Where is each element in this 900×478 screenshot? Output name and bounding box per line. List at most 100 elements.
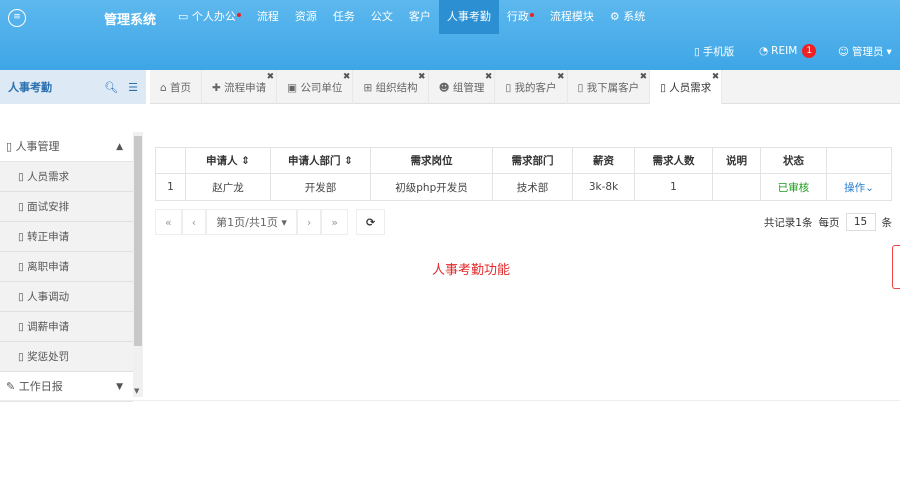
menu-icon[interactable]: ☰: [128, 81, 138, 94]
close-icon[interactable]: ✖: [267, 59, 275, 95]
col-status: 状态: [760, 147, 827, 174]
nav-item-customer[interactable]: 客户: [401, 0, 439, 34]
sitemap-icon: ⊞: [363, 82, 373, 94]
nav-item-hr[interactable]: 人事考勤: [438, 0, 499, 34]
nav-item-admin[interactable]: 行政: [499, 0, 542, 34]
sidebar-item-reward[interactable]: ▯ 奖惩处罚: [0, 342, 133, 372]
col-position: 需求岗位: [370, 147, 493, 174]
module-message: 人事考勤功能: [432, 263, 511, 278]
next-page-button[interactable]: ›: [296, 209, 322, 235]
building-icon: ▣: [287, 82, 298, 94]
cell-note: [712, 173, 761, 201]
main-nav: ▭ 个人办公 流程 资源 任务 公文 客户 人事考勤 行政 流程模块 ⚙ 系统: [170, 0, 653, 34]
side-widget-tab[interactable]: [892, 245, 900, 289]
tab-sub-customers[interactable]: ▯ 我下属客户 ✖: [568, 70, 651, 104]
col-dept: 需求部门: [492, 147, 573, 174]
chat-bubble-icon: ◔: [759, 45, 769, 57]
tab-org-structure[interactable]: ⊞ 组织结构 ✖: [353, 70, 429, 104]
status-badge: 已审核: [760, 173, 827, 201]
nav-item-resource[interactable]: 资源: [287, 0, 325, 34]
cell-position: 初级php开发员: [370, 173, 493, 201]
close-icon[interactable]: ✖: [485, 59, 493, 95]
nav-item-flow-module[interactable]: 流程模块: [542, 0, 602, 34]
sidebar-item-regularization[interactable]: ▯ 转正申请: [0, 222, 133, 252]
first-page-button[interactable]: «: [155, 209, 182, 235]
close-icon[interactable]: ✖: [640, 59, 648, 95]
caret-down-icon: ▾: [886, 45, 892, 58]
tab-company[interactable]: ▣ 公司单位 ✖: [277, 70, 354, 104]
tab-my-customers[interactable]: ▯ 我的客户 ✖: [495, 70, 568, 104]
nav-item-document[interactable]: 公文: [363, 0, 401, 34]
sidebar-item-transfer[interactable]: ▯ 人事调动: [0, 282, 133, 312]
sidebar-item-salary[interactable]: ▯ 调薪申请: [0, 312, 133, 342]
tab-process-apply[interactable]: ✚ 流程申请 ✖: [202, 70, 278, 104]
close-icon[interactable]: ✖: [418, 59, 426, 95]
refresh-icon[interactable]: ⟳: [356, 209, 386, 235]
sidebar-item-interview[interactable]: ▯ 面试安排: [0, 192, 133, 222]
mobile-link[interactable]: ▯ 手机版: [694, 44, 734, 59]
close-icon[interactable]: ✖: [557, 59, 565, 95]
sidebar-scrollbar[interactable]: ▼: [133, 132, 143, 397]
last-page-button[interactable]: »: [321, 209, 349, 235]
tab-home[interactable]: ⌂ 首页: [150, 70, 203, 104]
bookmark-icon: ▯: [6, 140, 13, 153]
tab-group-manage[interactable]: ☻ 组管理 ✖: [429, 70, 496, 104]
close-icon[interactable]: ✖: [712, 59, 720, 95]
home-icon: ⌂: [160, 82, 167, 94]
nav-item-personal[interactable]: ▭ 个人办公: [170, 0, 249, 34]
sidebar-menu: ▯ 人事管理 ▲ ▯ 人员需求 ▯ 面试安排 ▯ 转正申请 ▯ 离职申请 ▯ 人事…: [0, 132, 133, 402]
reim-link[interactable]: ◔ REIM 1: [759, 44, 817, 58]
app-title: 管理系统: [104, 13, 157, 28]
col-salary: 薪资: [572, 147, 635, 174]
sidebar-title: 人事考勤: [8, 81, 52, 94]
users-icon: ☻: [438, 82, 450, 94]
reim-badge: 1: [802, 44, 817, 58]
mobile-icon: ▯: [694, 45, 700, 58]
menu-group-daily-report[interactable]: ✎ 工作日报 ▼: [0, 372, 133, 402]
pagination-info: 共记录1条 每页 15 条: [764, 213, 892, 231]
search-icon[interactable]: 🔍︎: [104, 81, 118, 94]
prev-page-button[interactable]: ‹: [181, 209, 207, 235]
col-note: 说明: [712, 147, 761, 174]
bookmark-icon: ▯: [660, 82, 666, 94]
page-size-unit: 条: [881, 216, 893, 229]
page-size-input[interactable]: 15: [845, 213, 876, 231]
notification-dot: [529, 13, 534, 17]
caret-up-icon: ▲: [116, 142, 123, 152]
bookmark-icon: ▯: [505, 82, 512, 94]
nav-item-task[interactable]: 任务: [325, 0, 363, 34]
notification-dot: [236, 13, 241, 17]
divider: [0, 400, 900, 401]
menu-group-hr[interactable]: ▯ 人事管理 ▲: [0, 132, 133, 162]
col-index: [155, 147, 186, 174]
page-size-label: 每页: [818, 216, 840, 229]
user-menu[interactable]: ☺ 管理员 ▾: [838, 44, 892, 59]
main-content: 申请人 ⇕ 申请人部门 ⇕ 需求岗位 需求部门 薪资 需求人数 说明 状态 1 …: [150, 105, 900, 400]
sidebar-item-resignation[interactable]: ▯ 离职申请: [0, 252, 133, 282]
cell-dept: 技术部: [492, 173, 573, 201]
chat-icon: ≡: [8, 9, 26, 27]
sidebar: 人事考勤 🔍︎ ☰ ▯ 人事管理 ▲ ▯ 人员需求 ▯ 面试安排 ▯ 转正申请 ▯ …: [0, 70, 146, 402]
edit-icon: ✎: [6, 380, 16, 393]
gear-icon: ⚙: [609, 10, 620, 23]
plus-icon: ✚: [212, 82, 221, 94]
scrollbar-thumb[interactable]: [134, 136, 142, 346]
page-select[interactable]: 第1页/共1页 ▾: [206, 209, 297, 235]
tab-bar: ⌂ 首页 ✚ 流程申请 ✖ ▣ 公司单位 ✖ ⊞ 组织结构 ✖ ☻ 组管理 ✖ ▯ 我的…: [150, 70, 900, 104]
user-icon: ☺: [838, 45, 849, 58]
sidebar-item-staff-demand[interactable]: ▯ 人员需求: [0, 162, 133, 192]
nav-item-system[interactable]: ⚙ 系统: [602, 0, 653, 34]
table-header-row: 申请人 ⇕ 申请人部门 ⇕ 需求岗位 需求部门 薪资 需求人数 说明 状态: [155, 147, 892, 174]
col-count: 需求人数: [634, 147, 713, 174]
bookmark-icon: ▯: [577, 82, 584, 94]
action-dropdown[interactable]: 操作⌄: [826, 173, 892, 201]
col-applicant[interactable]: 申请人 ⇕: [185, 147, 271, 174]
scroll-down-arrow[interactable]: ▼: [134, 387, 139, 395]
nav-item-process[interactable]: 流程: [249, 0, 287, 34]
cell-index: 1: [155, 173, 186, 201]
close-icon[interactable]: ✖: [343, 59, 351, 95]
table-row[interactable]: 1 赵广龙 开发部 初级php开发员 技术部 3k-8k 1 已审核 操作⌄: [155, 173, 892, 201]
col-applicant-dept[interactable]: 申请人部门 ⇕: [270, 147, 371, 174]
tab-staff-demand[interactable]: ▯ 人员需求 ✖: [650, 70, 723, 104]
col-action: [826, 147, 892, 174]
